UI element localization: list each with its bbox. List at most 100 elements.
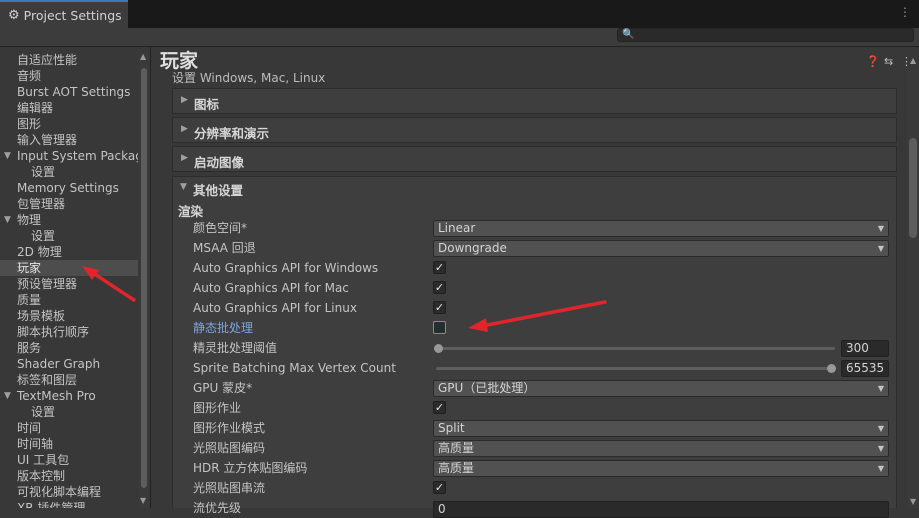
- sidebar-item-label: 预设管理器: [17, 277, 78, 291]
- setting-checkbox[interactable]: ✓: [433, 401, 446, 414]
- sidebar-item[interactable]: 包管理器: [0, 196, 138, 212]
- setting-dropdown[interactable]: 高质量 ▼: [433, 440, 889, 457]
- chevron-down-icon: ▼: [180, 182, 187, 192]
- chevron-down-icon[interactable]: ▼: [4, 148, 11, 164]
- sidebar-item[interactable]: ▼ 物理: [0, 212, 138, 228]
- chevron-right-icon: ▶: [181, 124, 188, 134]
- sidebar-item[interactable]: Shader Graph: [0, 356, 138, 372]
- setting-checkbox[interactable]: ✓: [433, 301, 446, 314]
- sidebar-item[interactable]: Memory Settings: [0, 180, 138, 196]
- sidebar-item[interactable]: UI 工具包: [0, 452, 138, 468]
- sidebar-item[interactable]: 时间: [0, 420, 138, 436]
- search-input[interactable]: 🔍: [617, 28, 914, 42]
- sidebar-item[interactable]: 玩家: [0, 260, 138, 276]
- sidebar-item-label: Burst AOT Settings: [17, 85, 131, 99]
- dropdown-value: Linear: [438, 221, 476, 235]
- chevron-down-icon[interactable]: ▼: [4, 388, 11, 404]
- chevron-right-icon: ▶: [181, 95, 188, 105]
- foldout-splash[interactable]: ▶ 启动图像: [172, 146, 897, 172]
- sidebar-item[interactable]: 设置: [0, 228, 138, 244]
- sidebar-item[interactable]: 预设管理器: [0, 276, 138, 292]
- setting-checkbox[interactable]: [433, 321, 446, 334]
- chevron-down-icon: ▼: [877, 224, 884, 233]
- slider-track[interactable]: [436, 347, 835, 350]
- setting-label: 静态批处理: [193, 321, 254, 335]
- scroll-down-icon[interactable]: ▼: [910, 497, 916, 506]
- section-render-header: 渲染: [178, 204, 204, 219]
- setting-dropdown[interactable]: 高质量 ▼: [433, 460, 889, 477]
- setting-label: 流优先级: [193, 501, 242, 515]
- chevron-right-icon: ▶: [181, 153, 188, 163]
- sidebar-item[interactable]: 设置: [0, 164, 138, 180]
- setting-dropdown[interactable]: Downgrade ▼: [433, 240, 889, 257]
- checkmark-icon: ✓: [434, 401, 445, 414]
- help-icon[interactable]: ❓: [866, 55, 880, 68]
- sidebar-item-label: TextMesh Pro: [17, 389, 96, 403]
- sidebar-item[interactable]: 2D 物理: [0, 244, 138, 260]
- foldout-other-settings[interactable]: ▼ 其他设置: [172, 176, 897, 198]
- setting-label: 精灵批处理阈值: [193, 341, 278, 355]
- sidebar-item[interactable]: 输入管理器: [0, 132, 138, 148]
- chevron-down-icon[interactable]: ▼: [4, 212, 11, 228]
- sidebar-item[interactable]: 脚本执行顺序: [0, 324, 138, 340]
- sidebar-item[interactable]: XR 插件管理: [0, 500, 138, 508]
- kebab-menu-icon[interactable]: ⋮: [899, 5, 911, 19]
- slider-value-field[interactable]: 65535: [841, 360, 889, 377]
- sidebar-item[interactable]: 场景模板: [0, 308, 138, 324]
- sidebar-item-label: Input System Packag: [17, 149, 138, 163]
- setting-checkbox[interactable]: ✓: [433, 281, 446, 294]
- sidebar-item-label: 质量: [17, 293, 42, 307]
- sidebar-item-label: UI 工具包: [17, 453, 70, 467]
- sidebar-item-label: 版本控制: [17, 469, 66, 483]
- sidebar-scrollbar-thumb[interactable]: [141, 68, 147, 488]
- sidebar-item[interactable]: ▼ TextMesh Pro: [0, 388, 138, 404]
- setting-dropdown[interactable]: Split ▼: [433, 420, 889, 437]
- sidebar-item[interactable]: 质量: [0, 292, 138, 308]
- slider-handle[interactable]: [827, 364, 836, 373]
- slider-track[interactable]: [436, 367, 835, 370]
- sidebar-item-label: 图形: [17, 117, 42, 131]
- setting-dropdown[interactable]: GPU（已批处理） ▼: [433, 380, 889, 397]
- foldout-icons[interactable]: ▶ 图标: [172, 88, 897, 114]
- foldout-resolution[interactable]: ▶ 分辨率和演示: [172, 117, 897, 143]
- sidebar-item[interactable]: 标签和图层: [0, 372, 138, 388]
- scroll-up-icon[interactable]: ▲: [140, 52, 146, 61]
- slider-handle[interactable]: [434, 344, 443, 353]
- main-scrollbar[interactable]: [907, 70, 919, 508]
- setting-label: GPU 蒙皮*: [193, 381, 253, 395]
- setting-checkbox[interactable]: ✓: [433, 261, 446, 274]
- preset-icon[interactable]: ⇆: [884, 55, 893, 68]
- sidebar-item[interactable]: ▼ Input System Packag: [0, 148, 138, 164]
- sidebar-item-label: 设置: [31, 405, 56, 419]
- setting-checkbox[interactable]: ✓: [433, 481, 446, 494]
- setting-label: MSAA 回退: [193, 241, 256, 255]
- sidebar-item-label: 脚本执行顺序: [17, 325, 90, 339]
- sidebar-item-label: 场景模板: [17, 309, 66, 323]
- chevron-down-icon: ▼: [877, 424, 884, 433]
- dropdown-value: 高质量: [438, 461, 475, 475]
- main-scrollbar-thumb[interactable]: [909, 138, 917, 238]
- scroll-up-icon[interactable]: ▲: [910, 56, 916, 65]
- window-tab[interactable]: ⚙ Project Settings: [0, 0, 128, 28]
- dropdown-value: Downgrade: [438, 241, 507, 255]
- scroll-down-icon[interactable]: ▼: [140, 496, 146, 505]
- sidebar-item[interactable]: 可视化脚本编程: [0, 484, 138, 500]
- sidebar-item[interactable]: 设置: [0, 404, 138, 420]
- sidebar-item[interactable]: 编辑器: [0, 100, 138, 116]
- slider-value-field[interactable]: 300: [841, 340, 889, 357]
- setting-number-field[interactable]: 0: [433, 501, 889, 518]
- sidebar-item[interactable]: Burst AOT Settings: [0, 84, 138, 100]
- sidebar-item[interactable]: 版本控制: [0, 468, 138, 484]
- sidebar-item[interactable]: 服务: [0, 340, 138, 356]
- checkmark-icon: ✓: [434, 301, 445, 314]
- setting-label: 光照贴图串流: [193, 481, 266, 495]
- setting-label: HDR 立方体贴图编码: [193, 461, 308, 475]
- sidebar-item[interactable]: 图形: [0, 116, 138, 132]
- sidebar-item-label: 自适应性能: [17, 53, 78, 67]
- sidebar-item[interactable]: 时间轴: [0, 436, 138, 452]
- sidebar-item[interactable]: 自适应性能: [0, 52, 138, 68]
- setting-dropdown[interactable]: Linear ▼: [433, 220, 889, 237]
- sidebar-item-label: 设置: [31, 165, 56, 179]
- sidebar-item-label: 编辑器: [17, 101, 54, 115]
- sidebar-item[interactable]: 音频: [0, 68, 138, 84]
